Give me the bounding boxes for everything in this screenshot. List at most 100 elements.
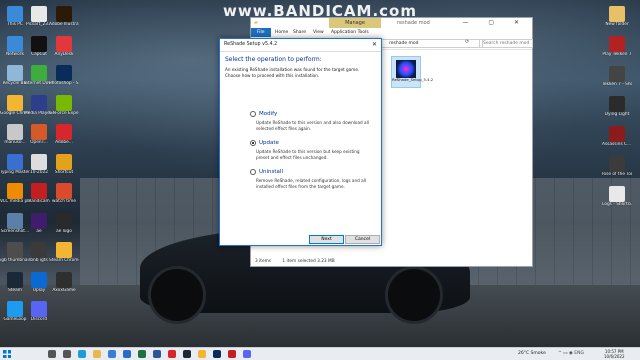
desktop-shortcut[interactable]: Photoshop - Shortcut: [49, 65, 79, 86]
option-uninstall[interactable]: Uninstall Remove ReShade, related config…: [250, 169, 370, 189]
option-modify[interactable]: Modify Update ReShade to this version an…: [250, 111, 370, 131]
taskbar: 26°C Smoke ^ ▭ ◉ ENG 10:57 PM 10/6/2022: [0, 347, 640, 360]
photoshop-icon[interactable]: [213, 350, 221, 358]
cancel-button[interactable]: Cancel: [345, 235, 380, 244]
edge-icon[interactable]: [78, 350, 86, 358]
app-icon: [31, 6, 47, 22]
tab-share[interactable]: Share: [293, 28, 306, 37]
store-icon[interactable]: [108, 350, 116, 358]
app-icon: [56, 94, 72, 111]
file-name: ReShade_Setup_5.4.2: [392, 77, 434, 82]
option-update-desc: Update ReShade to this version but keep …: [256, 149, 360, 160]
shortcut-label: watch time: [52, 199, 76, 204]
dialog-titlebar: ReShade Setup v5.4.2 ✕: [220, 39, 381, 52]
reshade-file-icon: [396, 60, 416, 78]
explorer-ribbon-tabs: File Home Share View Application Tools: [251, 28, 532, 37]
shortcut-label: Logs - Shortcut: [602, 202, 632, 207]
desktop-shortcut[interactable]: GeForce Experience: [49, 94, 79, 116]
status-selection: 1 item selected 3.23 MB: [282, 259, 335, 264]
desktop-shortcut[interactable]: Shortcut: [49, 153, 79, 175]
excel-icon[interactable]: [138, 350, 146, 358]
tab-manage[interactable]: Manage: [329, 18, 381, 28]
app-icon: [31, 65, 47, 81]
app-icon: [56, 6, 72, 22]
explorer-title: reshade mod: [397, 20, 430, 26]
next-button[interactable]: Next: [309, 235, 344, 244]
option-modify-label: Modify: [259, 111, 278, 117]
desktop-shortcut[interactable]: Assassins C... - Shortcut: [602, 126, 632, 147]
shortcut-label: Shortcut: [54, 169, 74, 175]
close-icon[interactable]: ✕: [372, 39, 377, 51]
mail-icon[interactable]: [123, 350, 131, 358]
app-icon: [7, 212, 23, 229]
dialog-heading: Select the operation to perform:: [225, 56, 322, 63]
task-view-icon[interactable]: [63, 350, 71, 358]
option-modify-desc: Update ReShade to this version and also …: [256, 120, 369, 131]
app-icon: [609, 126, 625, 142]
app-icon: [56, 242, 72, 258]
radio-uninstall[interactable]: [250, 169, 256, 175]
app-icon: [7, 6, 23, 22]
desktop-shortcut[interactable]: AxxxGame: [49, 271, 79, 293]
shortcut-label: Discord: [30, 317, 48, 322]
radio-update[interactable]: [250, 140, 256, 146]
radio-modify[interactable]: [250, 111, 256, 117]
shortcut-label: GeForce Experience: [49, 110, 79, 116]
option-update[interactable]: Update Update ReShade to this version bu…: [250, 140, 370, 160]
app-icon: [56, 271, 72, 288]
start-icon[interactable]: [3, 350, 11, 358]
word-icon[interactable]: [153, 350, 161, 358]
weather-widget[interactable]: 26°C Smoke: [518, 350, 546, 358]
shortcut-label: Assassins C... - Shortcut: [602, 142, 632, 147]
steam-icon[interactable]: [183, 350, 191, 358]
desktop-shortcut[interactable]: Play Tekken 7: [602, 36, 632, 57]
reshade-setup-dialog[interactable]: ReShade Setup v5.4.2 ✕ Select the operat…: [219, 38, 382, 246]
desktop-shortcut[interactable]: ae logo: [49, 212, 79, 234]
system-tray[interactable]: ^ ▭ ◉ ENG: [558, 350, 584, 358]
discord-icon[interactable]: [243, 350, 251, 358]
app-icon: [31, 242, 47, 258]
selected-file-item[interactable]: ReShade_Setup_5.4.2: [391, 56, 434, 88]
search-input[interactable]: Search reshade mod: [479, 39, 533, 48]
search-icon[interactable]: [48, 350, 56, 358]
desktop-shortcut[interactable]: Logs - Shortcut: [602, 186, 632, 207]
tab-home[interactable]: Home: [275, 28, 288, 37]
bandicam-icon[interactable]: [228, 350, 236, 358]
desktop-shortcut[interactable]: New folder: [602, 6, 632, 27]
adobe-icon[interactable]: [168, 350, 176, 358]
desktop-shortcut[interactable]: Steam Chrome: [49, 242, 79, 263]
desktop-shortcut[interactable]: Adobe...: [49, 124, 79, 145]
desktop-shortcut[interactable]: Dying Light: [602, 96, 632, 117]
shortcut-label: Steam Chrome: [49, 258, 79, 263]
shortcut-label: Photoshop - Shortcut: [49, 81, 79, 86]
desktop-shortcut[interactable]: watch time: [49, 183, 79, 204]
chrome-icon[interactable]: [198, 350, 206, 358]
desktop-shortcut[interactable]: Discord: [24, 301, 54, 322]
desktop-shortcut[interactable]: Tekken 7 - Shortcut: [602, 66, 632, 87]
app-icon: [7, 153, 23, 170]
window-controls[interactable]: — ▢ ✕: [462, 18, 528, 28]
car-wheel: [385, 266, 443, 324]
option-update-label: Update: [259, 140, 279, 146]
dialog-description: An existing ReShade installation was fou…: [225, 67, 360, 78]
app-icon: [609, 66, 625, 82]
explorer-icon[interactable]: [93, 350, 101, 358]
tab-file[interactable]: File: [251, 28, 271, 37]
folder-icon: ▰: [254, 20, 258, 26]
clock[interactable]: 10:57 PM 10/6/2022: [604, 349, 625, 359]
refresh-icon[interactable]: ⟳: [465, 39, 469, 45]
clock-date: 10/6/2022: [604, 354, 625, 359]
tab-application-tools[interactable]: Application Tools: [331, 28, 369, 37]
desktop-shortcut[interactable]: Rise of the Tomb Raider: [602, 156, 632, 177]
app-icon: [31, 183, 47, 199]
app-icon: [7, 301, 23, 317]
app-icon: [609, 6, 625, 22]
app-icon: [56, 183, 72, 199]
app-icon: [7, 242, 23, 258]
desktop-shortcut[interactable]: Adobe Illustrator: [49, 6, 79, 27]
desktop-shortcut[interactable]: AnyDesk: [49, 35, 79, 57]
app-icon: [31, 301, 47, 317]
app-icon: [609, 36, 625, 52]
option-uninstall-desc: Remove ReShade, related configuration, l…: [256, 178, 366, 189]
tab-view[interactable]: View: [313, 28, 324, 37]
